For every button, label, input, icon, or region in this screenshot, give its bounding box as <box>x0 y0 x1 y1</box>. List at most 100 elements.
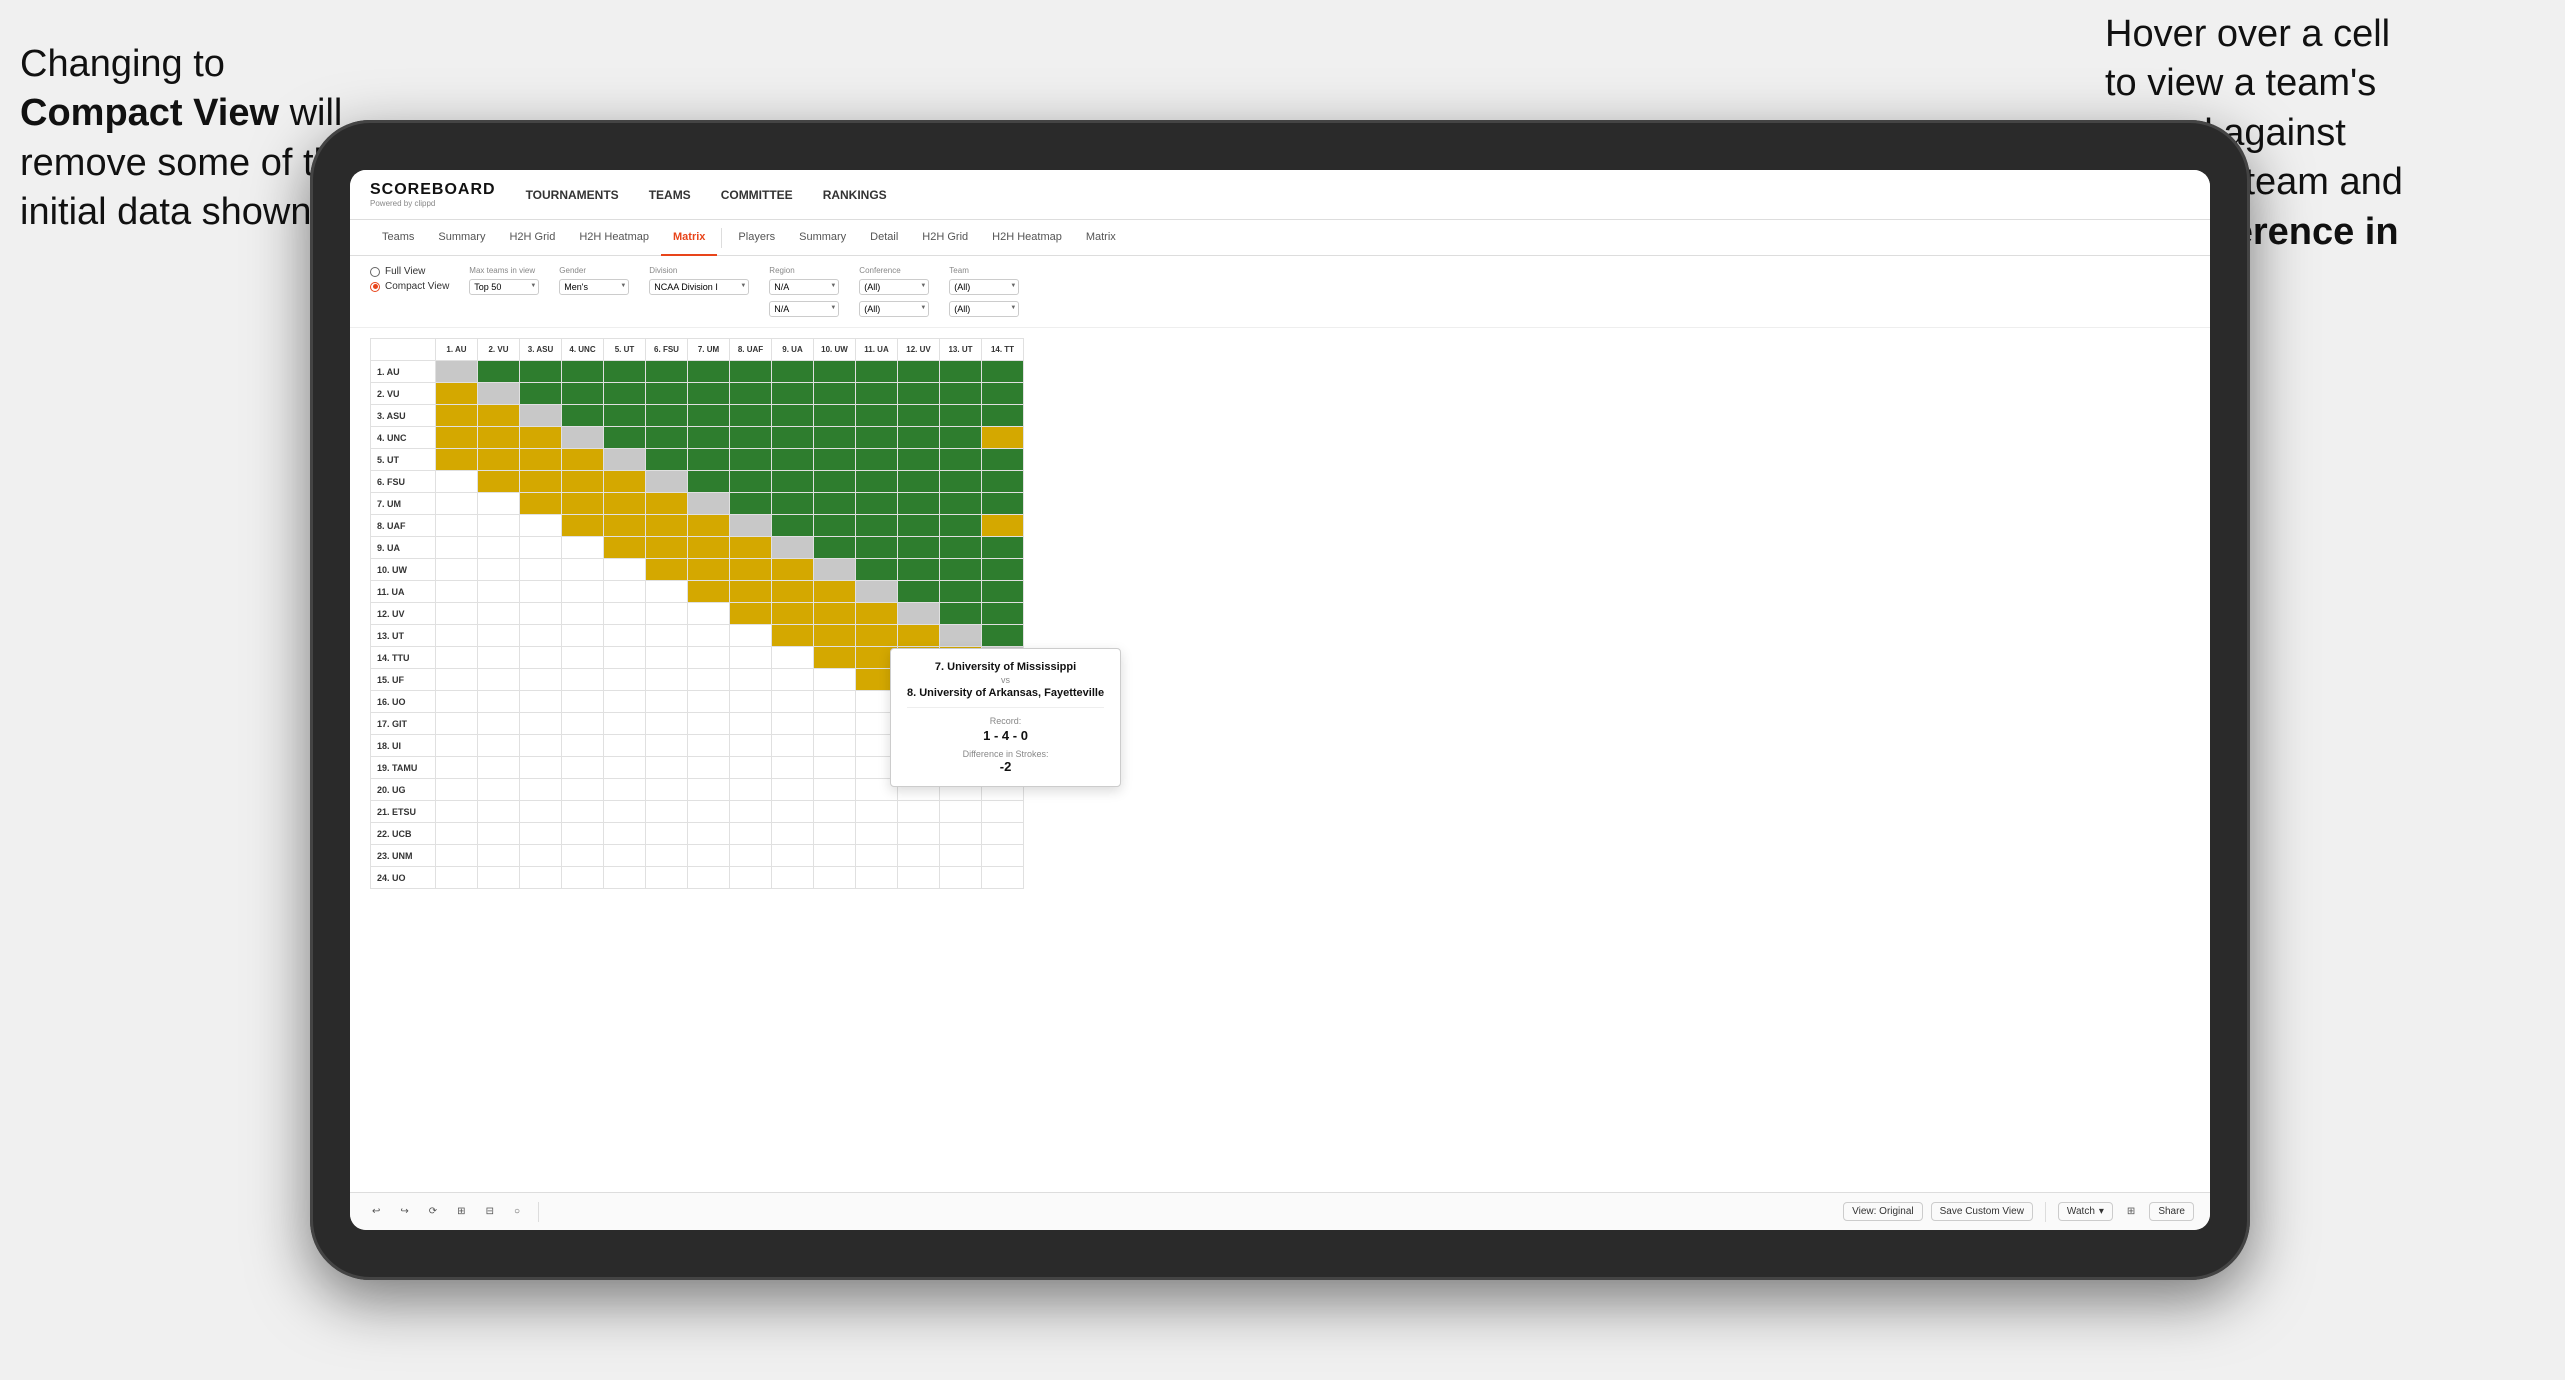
matrix-cell-10-12[interactable] <box>940 581 982 603</box>
matrix-cell-22-5[interactable] <box>646 845 688 867</box>
matrix-cell-6-7[interactable] <box>730 493 772 515</box>
matrix-cell-20-13[interactable] <box>982 801 1024 823</box>
matrix-cell-14-1[interactable] <box>478 669 520 691</box>
matrix-cell-23-4[interactable] <box>604 867 646 889</box>
matrix-cell-20-6[interactable] <box>688 801 730 823</box>
sub-nav-h2h-grid2[interactable]: H2H Grid <box>910 220 980 256</box>
matrix-cell-1-9[interactable] <box>814 383 856 405</box>
matrix-cell-1-2[interactable] <box>520 383 562 405</box>
matrix-cell-6-12[interactable] <box>940 493 982 515</box>
matrix-cell-20-9[interactable] <box>814 801 856 823</box>
matrix-cell-18-1[interactable] <box>478 757 520 779</box>
matrix-cell-12-8[interactable] <box>772 625 814 647</box>
matrix-cell-2-9[interactable] <box>814 405 856 427</box>
matrix-cell-17-6[interactable] <box>688 735 730 757</box>
matrix-cell-13-5[interactable] <box>646 647 688 669</box>
matrix-cell-18-8[interactable] <box>772 757 814 779</box>
matrix-cell-15-5[interactable] <box>646 691 688 713</box>
matrix-cell-6-9[interactable] <box>814 493 856 515</box>
matrix-cell-16-6[interactable] <box>688 713 730 735</box>
matrix-cell-9-1[interactable] <box>478 559 520 581</box>
refresh-button[interactable]: ⟳ <box>423 1203 443 1220</box>
full-view-radio[interactable] <box>370 267 380 277</box>
matrix-cell-9-13[interactable] <box>982 559 1024 581</box>
matrix-cell-0-5[interactable] <box>646 361 688 383</box>
matrix-cell-7-3[interactable] <box>562 515 604 537</box>
matrix-cell-22-3[interactable] <box>562 845 604 867</box>
matrix-cell-22-8[interactable] <box>772 845 814 867</box>
matrix-cell-8-12[interactable] <box>940 537 982 559</box>
matrix-cell-2-6[interactable] <box>688 405 730 427</box>
matrix-cell-19-4[interactable] <box>604 779 646 801</box>
nav-teams[interactable]: TEAMS <box>649 184 691 206</box>
matrix-cell-3-7[interactable] <box>730 427 772 449</box>
matrix-cell-17-4[interactable] <box>604 735 646 757</box>
region-select1[interactable]: N/A <box>769 279 839 295</box>
matrix-cell-7-7[interactable] <box>730 515 772 537</box>
matrix-cell-10-4[interactable] <box>604 581 646 603</box>
matrix-cell-13-9[interactable] <box>814 647 856 669</box>
matrix-cell-5-1[interactable] <box>478 471 520 493</box>
matrix-cell-3-12[interactable] <box>940 427 982 449</box>
gender-select[interactable]: Men's Women's <box>559 279 629 295</box>
matrix-cell-20-10[interactable] <box>856 801 898 823</box>
matrix-cell-0-13[interactable] <box>982 361 1024 383</box>
matrix-cell-11-5[interactable] <box>646 603 688 625</box>
matrix-cell-1-4[interactable] <box>604 383 646 405</box>
matrix-cell-13-7[interactable] <box>730 647 772 669</box>
matrix-cell-18-5[interactable] <box>646 757 688 779</box>
matrix-cell-9-7[interactable] <box>730 559 772 581</box>
matrix-cell-23-1[interactable] <box>478 867 520 889</box>
matrix-cell-23-3[interactable] <box>562 867 604 889</box>
matrix-cell-15-8[interactable] <box>772 691 814 713</box>
zoom-out-button[interactable]: ⊟ <box>480 1203 500 1220</box>
matrix-cell-1-6[interactable] <box>688 383 730 405</box>
matrix-cell-23-2[interactable] <box>520 867 562 889</box>
matrix-cell-11-0[interactable] <box>436 603 478 625</box>
matrix-cell-6-11[interactable] <box>898 493 940 515</box>
matrix-cell-1-5[interactable] <box>646 383 688 405</box>
matrix-cell-9-9[interactable] <box>814 559 856 581</box>
matrix-cell-13-4[interactable] <box>604 647 646 669</box>
matrix-cell-4-1[interactable] <box>478 449 520 471</box>
matrix-cell-7-8[interactable] <box>772 515 814 537</box>
team-select2[interactable]: (All) <box>949 301 1019 317</box>
view-original-button[interactable]: View: Original <box>1843 1202 1923 1221</box>
matrix-cell-0-7[interactable] <box>730 361 772 383</box>
sub-nav-h2h-grid1[interactable]: H2H Grid <box>497 220 567 256</box>
matrix-cell-0-3[interactable] <box>562 361 604 383</box>
matrix-cell-20-5[interactable] <box>646 801 688 823</box>
matrix-cell-4-4[interactable] <box>604 449 646 471</box>
watch-button[interactable]: Watch ▾ <box>2058 1202 2113 1221</box>
matrix-cell-6-4[interactable] <box>604 493 646 515</box>
matrix-cell-12-9[interactable] <box>814 625 856 647</box>
full-view-option[interactable]: Full View <box>370 266 449 277</box>
matrix-cell-1-12[interactable] <box>940 383 982 405</box>
matrix-cell-8-13[interactable] <box>982 537 1024 559</box>
matrix-cell-19-6[interactable] <box>688 779 730 801</box>
matrix-cell-14-9[interactable] <box>814 669 856 691</box>
matrix-cell-16-7[interactable] <box>730 713 772 735</box>
matrix-cell-8-11[interactable] <box>898 537 940 559</box>
matrix-cell-12-0[interactable] <box>436 625 478 647</box>
matrix-cell-20-3[interactable] <box>562 801 604 823</box>
matrix-cell-2-11[interactable] <box>898 405 940 427</box>
matrix-cell-18-0[interactable] <box>436 757 478 779</box>
matrix-cell-13-0[interactable] <box>436 647 478 669</box>
matrix-cell-5-3[interactable] <box>562 471 604 493</box>
matrix-cell-21-12[interactable] <box>940 823 982 845</box>
matrix-cell-23-12[interactable] <box>940 867 982 889</box>
nav-rankings[interactable]: RANKINGS <box>823 184 887 206</box>
save-custom-button[interactable]: Save Custom View <box>1931 1202 2033 1221</box>
matrix-cell-12-12[interactable] <box>940 625 982 647</box>
matrix-cell-3-4[interactable] <box>604 427 646 449</box>
matrix-cell-9-4[interactable] <box>604 559 646 581</box>
matrix-cell-6-1[interactable] <box>478 493 520 515</box>
matrix-cell-23-6[interactable] <box>688 867 730 889</box>
matrix-cell-12-3[interactable] <box>562 625 604 647</box>
matrix-cell-23-13[interactable] <box>982 867 1024 889</box>
matrix-cell-5-6[interactable] <box>688 471 730 493</box>
reset-button[interactable]: ○ <box>508 1203 526 1220</box>
matrix-cell-5-12[interactable] <box>940 471 982 493</box>
matrix-cell-7-9[interactable] <box>814 515 856 537</box>
